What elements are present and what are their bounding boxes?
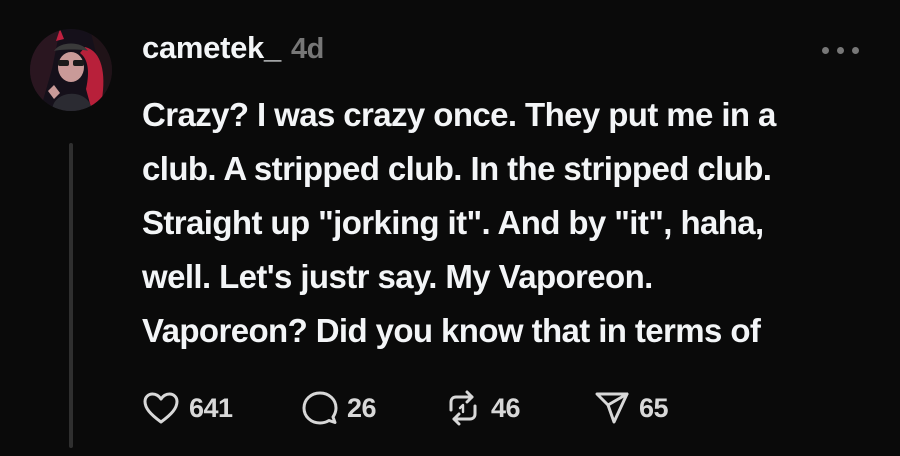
share-count: 65	[639, 392, 669, 423]
post-text-line: well. Let's justr say. My Vaporeon.	[142, 258, 653, 295]
avatar[interactable]	[30, 29, 112, 111]
repost-arrows-icon	[449, 390, 477, 426]
like-button[interactable]: 641	[142, 391, 302, 425]
post-header: cametek_ 4d	[142, 30, 324, 66]
like-count: 641	[189, 392, 233, 423]
speech-bubble-icon	[302, 391, 338, 425]
more-options-icon[interactable]	[822, 44, 862, 58]
paper-plane-icon	[595, 392, 629, 424]
repost-button[interactable]: 46	[444, 390, 594, 426]
reply-button[interactable]: 26	[302, 390, 444, 426]
reply-count: 26	[347, 392, 377, 423]
post-text-line: Straight up "jorking it". And by "it", h…	[142, 204, 764, 241]
action-bar: 641 26 46 65	[142, 388, 669, 428]
thread-post: cametek_ 4d Crazy? I was crazy once. The…	[0, 0, 900, 456]
heart-icon	[143, 392, 179, 424]
post-body: Crazy? I was crazy once. They put me in …	[142, 88, 882, 358]
timestamp[interactable]: 4d	[291, 33, 324, 66]
post-text-line: Vaporeon? Did you know that in terms of	[142, 312, 761, 349]
share-button[interactable]: 65	[594, 390, 669, 426]
thread-line	[69, 143, 73, 448]
post-text-line: club. A stripped club. In the stripped c…	[142, 150, 772, 187]
username[interactable]: cametek_	[142, 30, 281, 66]
repost-count: 46	[491, 392, 521, 423]
post-text-line: Crazy? I was crazy once. They put me in …	[142, 96, 776, 133]
